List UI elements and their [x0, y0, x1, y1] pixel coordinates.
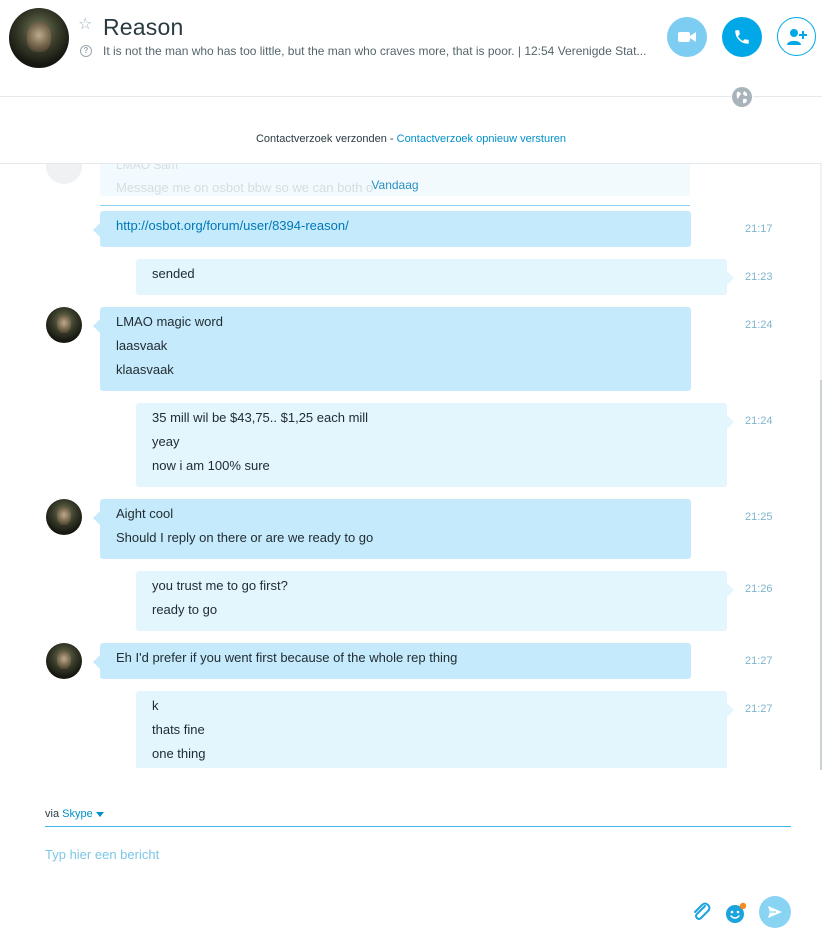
message-timestamp: 21:24	[745, 319, 773, 331]
add-contact-icon	[786, 28, 807, 45]
message-text: one thing	[152, 746, 206, 761]
video-icon	[678, 32, 696, 42]
message-timestamp: 21:26	[745, 583, 773, 595]
message-row: Eh I'd prefer if you went first because …	[0, 643, 822, 679]
message-row: k thats fine one thing 21:27	[0, 691, 822, 768]
phone-icon	[735, 30, 749, 44]
via-service[interactable]: Skype	[62, 808, 93, 820]
audio-call-button[interactable]	[722, 17, 762, 57]
message-timestamp: 21:25	[745, 511, 773, 523]
chevron-down-icon[interactable]	[95, 811, 104, 817]
date-separator: Vandaag	[371, 178, 419, 192]
outgoing-message-bubble[interactable]: sended	[136, 259, 734, 295]
message-timestamp: 21:23	[745, 271, 773, 283]
message-text: Eh I'd prefer if you went first because …	[116, 650, 458, 665]
message-history[interactable]: LMAO Sam Message me on osbot bbw so we c…	[0, 164, 822, 768]
message-text: k	[152, 698, 159, 713]
date-separator-line	[100, 205, 690, 206]
faded-avatar	[46, 164, 82, 184]
message-text: Should I reply on there or are we ready …	[116, 530, 374, 545]
message-link[interactable]: http://osbot.org/forum/user/8394-reason/	[116, 217, 675, 241]
message-row: sended 21:23	[0, 259, 822, 295]
video-call-button[interactable]	[667, 17, 707, 57]
message-text: sended	[152, 266, 195, 281]
incoming-message-bubble[interactable]: Eh I'd prefer if you went first because …	[93, 643, 691, 679]
globe-icon[interactable]	[731, 86, 753, 108]
message-timestamp: 21:24	[745, 415, 773, 427]
contact-request-separator: -	[386, 133, 397, 145]
message-text: 35 mill wil be $43,75.. $1,25 each mill	[152, 410, 369, 425]
message-text: LMAO magic word	[116, 314, 223, 329]
message-input[interactable]	[45, 842, 745, 866]
incoming-message-bubble[interactable]: LMAO magic word laasvaak klaasvaak	[93, 307, 691, 391]
contact-request-status: Contactverzoek verzonden	[255, 133, 387, 145]
outgoing-message-bubble[interactable]: you trust me to go first? ready to go	[136, 571, 734, 631]
message-text: laasvaak	[116, 338, 168, 353]
sender-avatar[interactable]	[46, 307, 82, 343]
message-row: Aight cool Should I reply on there or are…	[0, 499, 822, 559]
outgoing-message-bubble[interactable]: k thats fine one thing	[136, 691, 734, 768]
message-row: http://osbot.org/forum/user/8394-reason/…	[0, 211, 822, 247]
resend-contact-request-link[interactable]: Contactverzoek opnieuw versturen	[397, 133, 566, 145]
faded-sender: LMAO Sam	[116, 164, 179, 172]
contact-request-bar: Contactverzoek verzonden - Contactverzoe…	[0, 133, 822, 145]
via-label: via	[45, 808, 60, 820]
message-text: ready to go	[152, 602, 218, 617]
message-timestamp: 21:27	[745, 655, 773, 667]
message-text: now i am 100% sure	[152, 458, 270, 473]
header-divider	[0, 96, 822, 97]
paperclip-icon[interactable]	[690, 900, 712, 924]
message-row: 35 mill wil be $43,75.. $1,25 each mill y…	[0, 403, 822, 487]
outgoing-message-bubble[interactable]: 35 mill wil be $43,75.. $1,25 each mill y…	[136, 403, 734, 487]
mood-info-icon: ?	[80, 45, 92, 57]
contact-avatar[interactable]	[9, 8, 69, 68]
sender-avatar[interactable]	[46, 499, 82, 535]
add-participant-button[interactable]	[777, 17, 816, 56]
incoming-message-bubble[interactable]: Aight cool Should I reply on there or are…	[93, 499, 691, 559]
emoji-icon[interactable]	[724, 901, 748, 925]
message-text: Aight cool	[116, 506, 174, 521]
message-row: LMAO magic word laasvaak klaasvaak 21:24	[0, 307, 822, 391]
conversation-header: ☆ Reason ? It is not the man who has too…	[0, 0, 822, 96]
message-timestamp: 21:17	[745, 223, 773, 235]
sender-avatar[interactable]	[46, 643, 82, 679]
incoming-message-bubble[interactable]: http://osbot.org/forum/user/8394-reason/	[93, 211, 691, 247]
star-icon[interactable]: ☆	[78, 17, 94, 33]
message-row: you trust me to go first? ready to go 21:2…	[0, 571, 822, 631]
message-text: klaasvaak	[116, 362, 174, 377]
message-text: thats fine	[152, 722, 205, 737]
send-button[interactable]	[759, 896, 791, 928]
via-service-selector[interactable]: via Skype	[45, 808, 104, 820]
contact-name[interactable]: Reason	[103, 14, 183, 41]
composer-divider	[45, 826, 791, 827]
message-text: you trust me to go first?	[152, 578, 288, 593]
message-text: yeay	[152, 434, 180, 449]
send-icon	[768, 906, 782, 918]
mood-message: It is not the man who has too little, bu…	[103, 44, 647, 58]
message-timestamp: 21:27	[745, 703, 773, 715]
